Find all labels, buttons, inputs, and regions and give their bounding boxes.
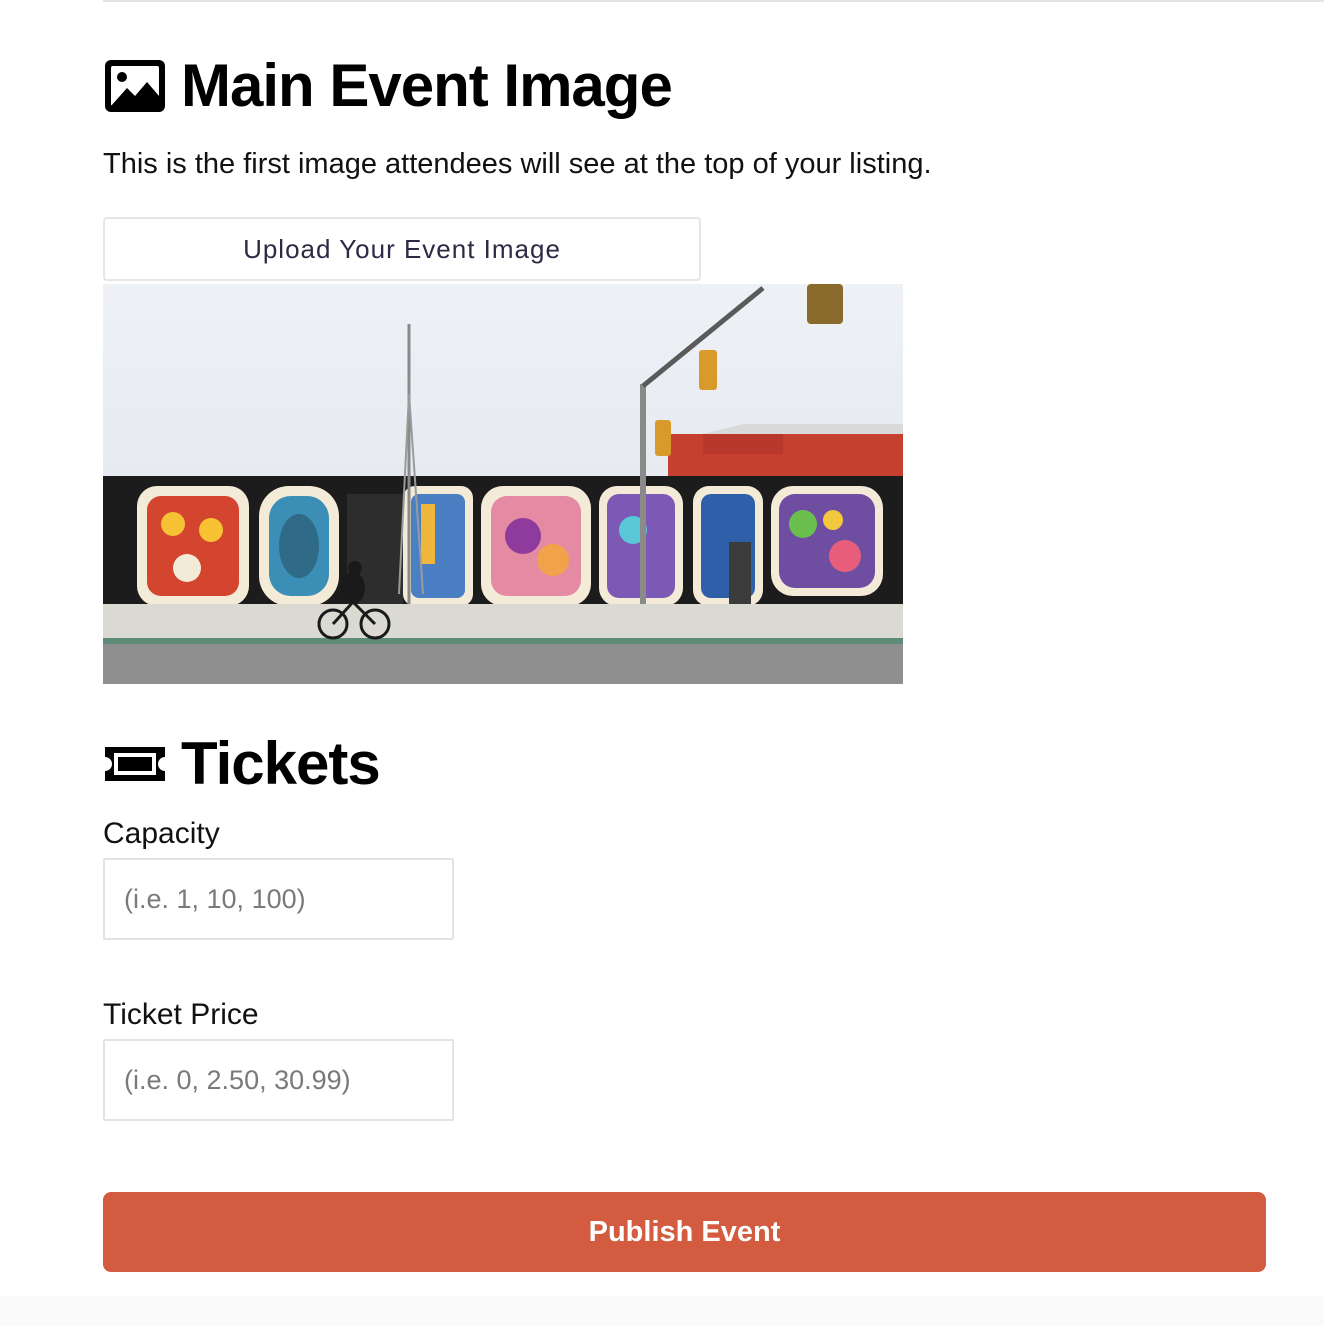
- ticket-icon: [103, 743, 167, 785]
- image-section-heading: Main Event Image: [103, 52, 673, 119]
- ticket-price-label: Ticket Price: [103, 998, 259, 1031]
- publish-event-button[interactable]: Publish Event: [103, 1192, 1266, 1272]
- capacity-label: Capacity: [103, 817, 220, 850]
- tickets-section-title: Tickets: [181, 730, 381, 797]
- capacity-input[interactable]: [103, 858, 454, 940]
- footer-band: [0, 1296, 1324, 1326]
- image-icon: [103, 58, 167, 114]
- divider: [103, 0, 1324, 2]
- image-section-title: Main Event Image: [181, 52, 673, 119]
- event-image-preview: [103, 284, 903, 684]
- event-form-page: Main Event Image This is the first image…: [0, 0, 1324, 1326]
- tickets-section-heading: Tickets: [103, 730, 381, 797]
- image-section-description: This is the first image attendees will s…: [103, 148, 932, 180]
- ticket-price-input[interactable]: [103, 1039, 454, 1121]
- upload-image-button[interactable]: Upload Your Event Image: [103, 217, 701, 281]
